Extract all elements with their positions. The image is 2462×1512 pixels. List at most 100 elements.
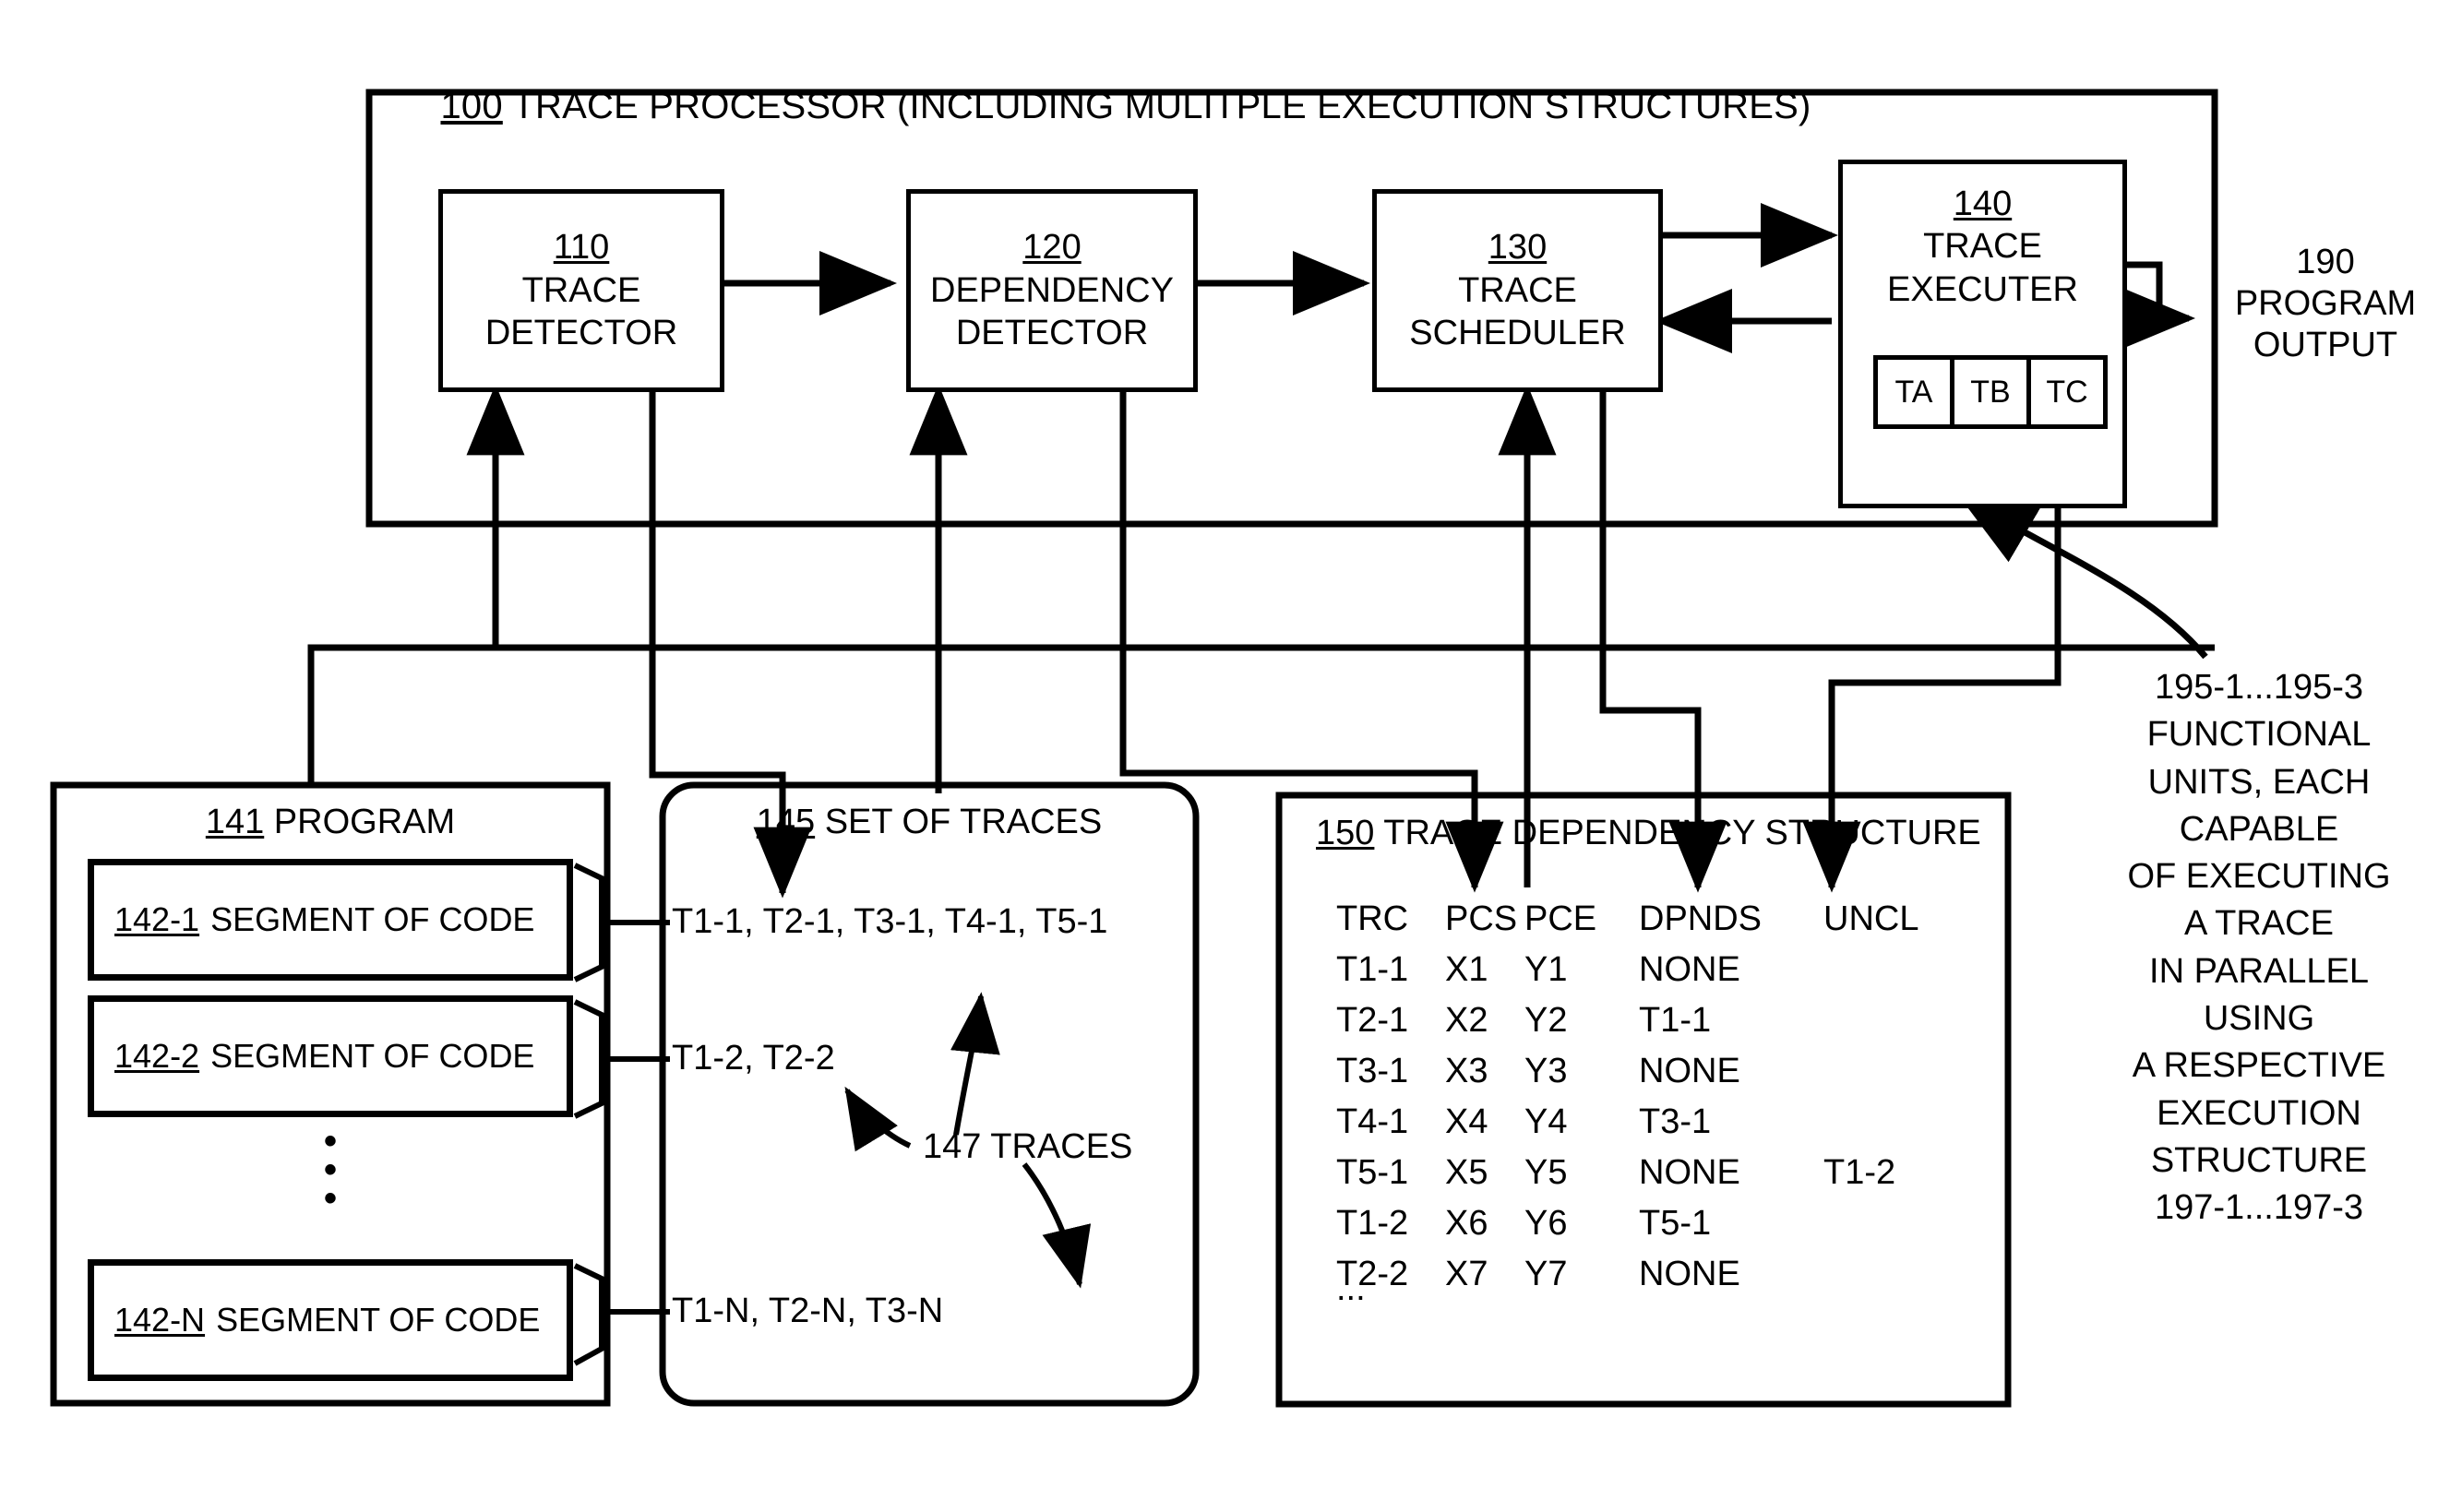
fu-note-line-1: 195-1...195-3 bbox=[2154, 668, 2364, 707]
cell-pce: Y7 bbox=[1524, 1255, 1568, 1293]
cell-pce: Y5 bbox=[1524, 1153, 1568, 1192]
fu-note-line-7: IN PARALLEL bbox=[2149, 951, 2369, 991]
arrow-140-to-program-output bbox=[2118, 261, 2195, 351]
execution-structure-tc[interactable]: TC bbox=[2031, 360, 2103, 424]
cell-trc: T4-1 bbox=[1336, 1102, 1409, 1141]
segment-of-code-2[interactable]: 142-2 SEGMENT OF CODE bbox=[90, 998, 570, 1114]
execution-structure-ta[interactable]: TA bbox=[1878, 360, 1954, 424]
trace-row-2: T1-2, T2-2 bbox=[672, 1039, 835, 1077]
unit-trace-scheduler[interactable]: 130 TRACE SCHEDULER bbox=[1372, 189, 1663, 392]
traces-callout-label: 147 TRACES bbox=[923, 1127, 1133, 1166]
unit-trace-executer[interactable]: 140 TRACE EXECUTER bbox=[1838, 160, 2127, 508]
fu-note-line-9: A RESPECTIVE bbox=[2132, 1046, 2386, 1086]
unit-dependency-detector[interactable]: 120 DEPENDENCY DETECTOR bbox=[906, 189, 1198, 392]
program-output-id: 190 bbox=[2296, 243, 2355, 281]
cell-uncl: T1-2 bbox=[1823, 1153, 1896, 1192]
dependency-structure-title-text: TRACE DEPENDENCY STRUCTURE bbox=[1383, 814, 1981, 852]
cell-uncl bbox=[1823, 1102, 1934, 1153]
cell-uncl bbox=[1823, 1204, 1934, 1255]
fu-note-line-10: EXECUTION bbox=[2157, 1093, 2361, 1133]
table-row: T4-1 X4 Y4 T3-1 bbox=[1336, 1102, 1934, 1153]
arrow-trace-scheduler-to-dep-structure bbox=[1599, 383, 1727, 893]
ellipsis-dot-3: • bbox=[323, 1178, 337, 1220]
callout-147-middle bbox=[844, 1086, 912, 1152]
cell-pcs: X4 bbox=[1445, 1102, 1488, 1141]
table-row: T2-2 X7 Y7 NONE bbox=[1336, 1255, 1934, 1305]
col-header-pcs: PCS bbox=[1445, 899, 1518, 938]
program-panel-title: 141 PROGRAM bbox=[54, 803, 607, 842]
cell-dpnds: T5-1 bbox=[1639, 1204, 1712, 1243]
table-row: T1-2 X6 Y6 T5-1 bbox=[1336, 1204, 1934, 1255]
unit-110-line1: TRACE bbox=[521, 270, 641, 310]
cell-uncl bbox=[1823, 1052, 1934, 1102]
trace-row-1: T1-1, T2-1, T3-1, T4-1, T5-1 bbox=[672, 902, 1108, 941]
set-of-traces-title-text: SET OF TRACES bbox=[824, 803, 1103, 841]
cell-trc: T2-1 bbox=[1336, 1001, 1409, 1040]
col-header-dpnds: DPNDS bbox=[1639, 899, 1763, 938]
program-vertical-ellipsis: • • • bbox=[312, 1123, 349, 1220]
trace-row-n: T1-N, T2-N, T3-N bbox=[672, 1292, 944, 1330]
arrow-trace-detector-to-traces bbox=[652, 383, 784, 780]
cell-pcs: X3 bbox=[1445, 1052, 1488, 1090]
cell-pcs: X1 bbox=[1445, 950, 1488, 989]
segment-of-code-n[interactable]: 142-N SEGMENT OF CODE bbox=[90, 1262, 570, 1378]
cell-pcs: X2 bbox=[1445, 1001, 1488, 1040]
unit-140-id: 140 bbox=[1953, 185, 2013, 223]
fu-note-line-6: A TRACE bbox=[2184, 904, 2334, 944]
table-header-row: TRC PCS PCE DPNDS UNCL bbox=[1336, 899, 1934, 950]
execution-structure-tb[interactable]: TB bbox=[1954, 360, 2031, 424]
table-row: T2-1 X2 Y2 T1-1 bbox=[1336, 1001, 1934, 1052]
cell-trc: T3-1 bbox=[1336, 1052, 1409, 1090]
patent-figure-canvas: 100 TRACE PROCESSOR (INCLUDING MULITPLE … bbox=[0, 0, 2462, 1512]
segment-2-id: 142-2 bbox=[114, 1037, 200, 1075]
cell-pcs: X7 bbox=[1445, 1255, 1488, 1293]
unit-130-line2: SCHEDULER bbox=[1409, 314, 1626, 353]
program-output-line1: PROGRAM bbox=[2234, 283, 2417, 323]
table-row: T3-1 X3 Y3 NONE bbox=[1336, 1052, 1934, 1102]
program-output-label: 190 PROGRAM OUTPUT bbox=[2196, 242, 2455, 365]
program-panel-id: 141 bbox=[205, 803, 265, 841]
cell-uncl bbox=[1823, 1255, 1934, 1305]
unit-130-id: 130 bbox=[1488, 228, 1548, 268]
unit-110-line2: DETECTOR bbox=[484, 314, 678, 353]
functional-units-note: 195-1...195-3 FUNCTIONAL UNITS, EACH CAP… bbox=[2093, 664, 2425, 1232]
cell-dpnds: T1-1 bbox=[1639, 1001, 1712, 1040]
set-of-traces-title: 145 SET OF TRACES bbox=[663, 803, 1196, 842]
col-header-trc: TRC bbox=[1336, 899, 1409, 938]
cell-dpnds: NONE bbox=[1639, 1052, 1740, 1090]
arrow-program-to-trace-detector bbox=[307, 384, 525, 785]
cell-pce: Y1 bbox=[1524, 950, 1568, 989]
dependency-structure-title: 150 TRACE DEPENDENCY STRUCTURE bbox=[1290, 814, 2001, 853]
segment-n-id: 142-N bbox=[114, 1301, 206, 1339]
cell-dpnds: T3-1 bbox=[1639, 1102, 1712, 1141]
callout-executer-to-functional-units bbox=[1957, 494, 2208, 660]
cell-dpnds: NONE bbox=[1639, 950, 1740, 989]
cell-trc: T5-1 bbox=[1336, 1153, 1409, 1192]
table-row: T5-1 X5 Y5 NONE T1-2 bbox=[1336, 1153, 1934, 1204]
trace-processor-title-text: TRACE PROCESSOR (INCLUDING MULITPLE EXEC… bbox=[512, 86, 1811, 126]
execution-structures-group: TA TB TC bbox=[1873, 355, 2108, 429]
unit-120-line1: DEPENDENCY bbox=[930, 270, 1174, 310]
dependency-table-ellipsis: ... bbox=[1336, 1269, 1366, 1308]
segment-1-id: 142-1 bbox=[114, 900, 200, 938]
cell-uncl bbox=[1823, 950, 1934, 1001]
fu-note-line-8: USING bbox=[2203, 999, 2315, 1039]
segment-2-label: SEGMENT OF CODE bbox=[210, 1037, 535, 1075]
cell-dpnds: NONE bbox=[1639, 1153, 1740, 1192]
col-header-pce: PCE bbox=[1524, 899, 1597, 938]
fu-note-line-11: STRUCTURE bbox=[2150, 1140, 2368, 1180]
segment-of-code-1[interactable]: 142-1 SEGMENT OF CODE bbox=[90, 862, 570, 978]
segment-1-label: SEGMENT OF CODE bbox=[210, 900, 535, 938]
cell-pce: Y6 bbox=[1524, 1204, 1568, 1243]
trace-processor-title: 100 TRACE PROCESSOR (INCLUDING MULITPLE … bbox=[388, 85, 1864, 128]
unit-140-line2: EXECUTER bbox=[1887, 269, 2078, 309]
trace-processor-id: 100 bbox=[440, 86, 503, 126]
unit-trace-detector[interactable]: 110 TRACE DETECTOR bbox=[438, 189, 724, 392]
unit-120-id: 120 bbox=[1022, 228, 1082, 268]
dependency-structure-id: 150 bbox=[1316, 814, 1375, 852]
fu-note-line-2: FUNCTIONAL bbox=[2146, 715, 2372, 755]
segment-n-label: SEGMENT OF CODE bbox=[216, 1301, 541, 1339]
cell-trc: T1-1 bbox=[1336, 950, 1409, 989]
unit-140-line1: TRACE bbox=[1923, 227, 2042, 267]
brace-segment-1 bbox=[573, 863, 624, 982]
